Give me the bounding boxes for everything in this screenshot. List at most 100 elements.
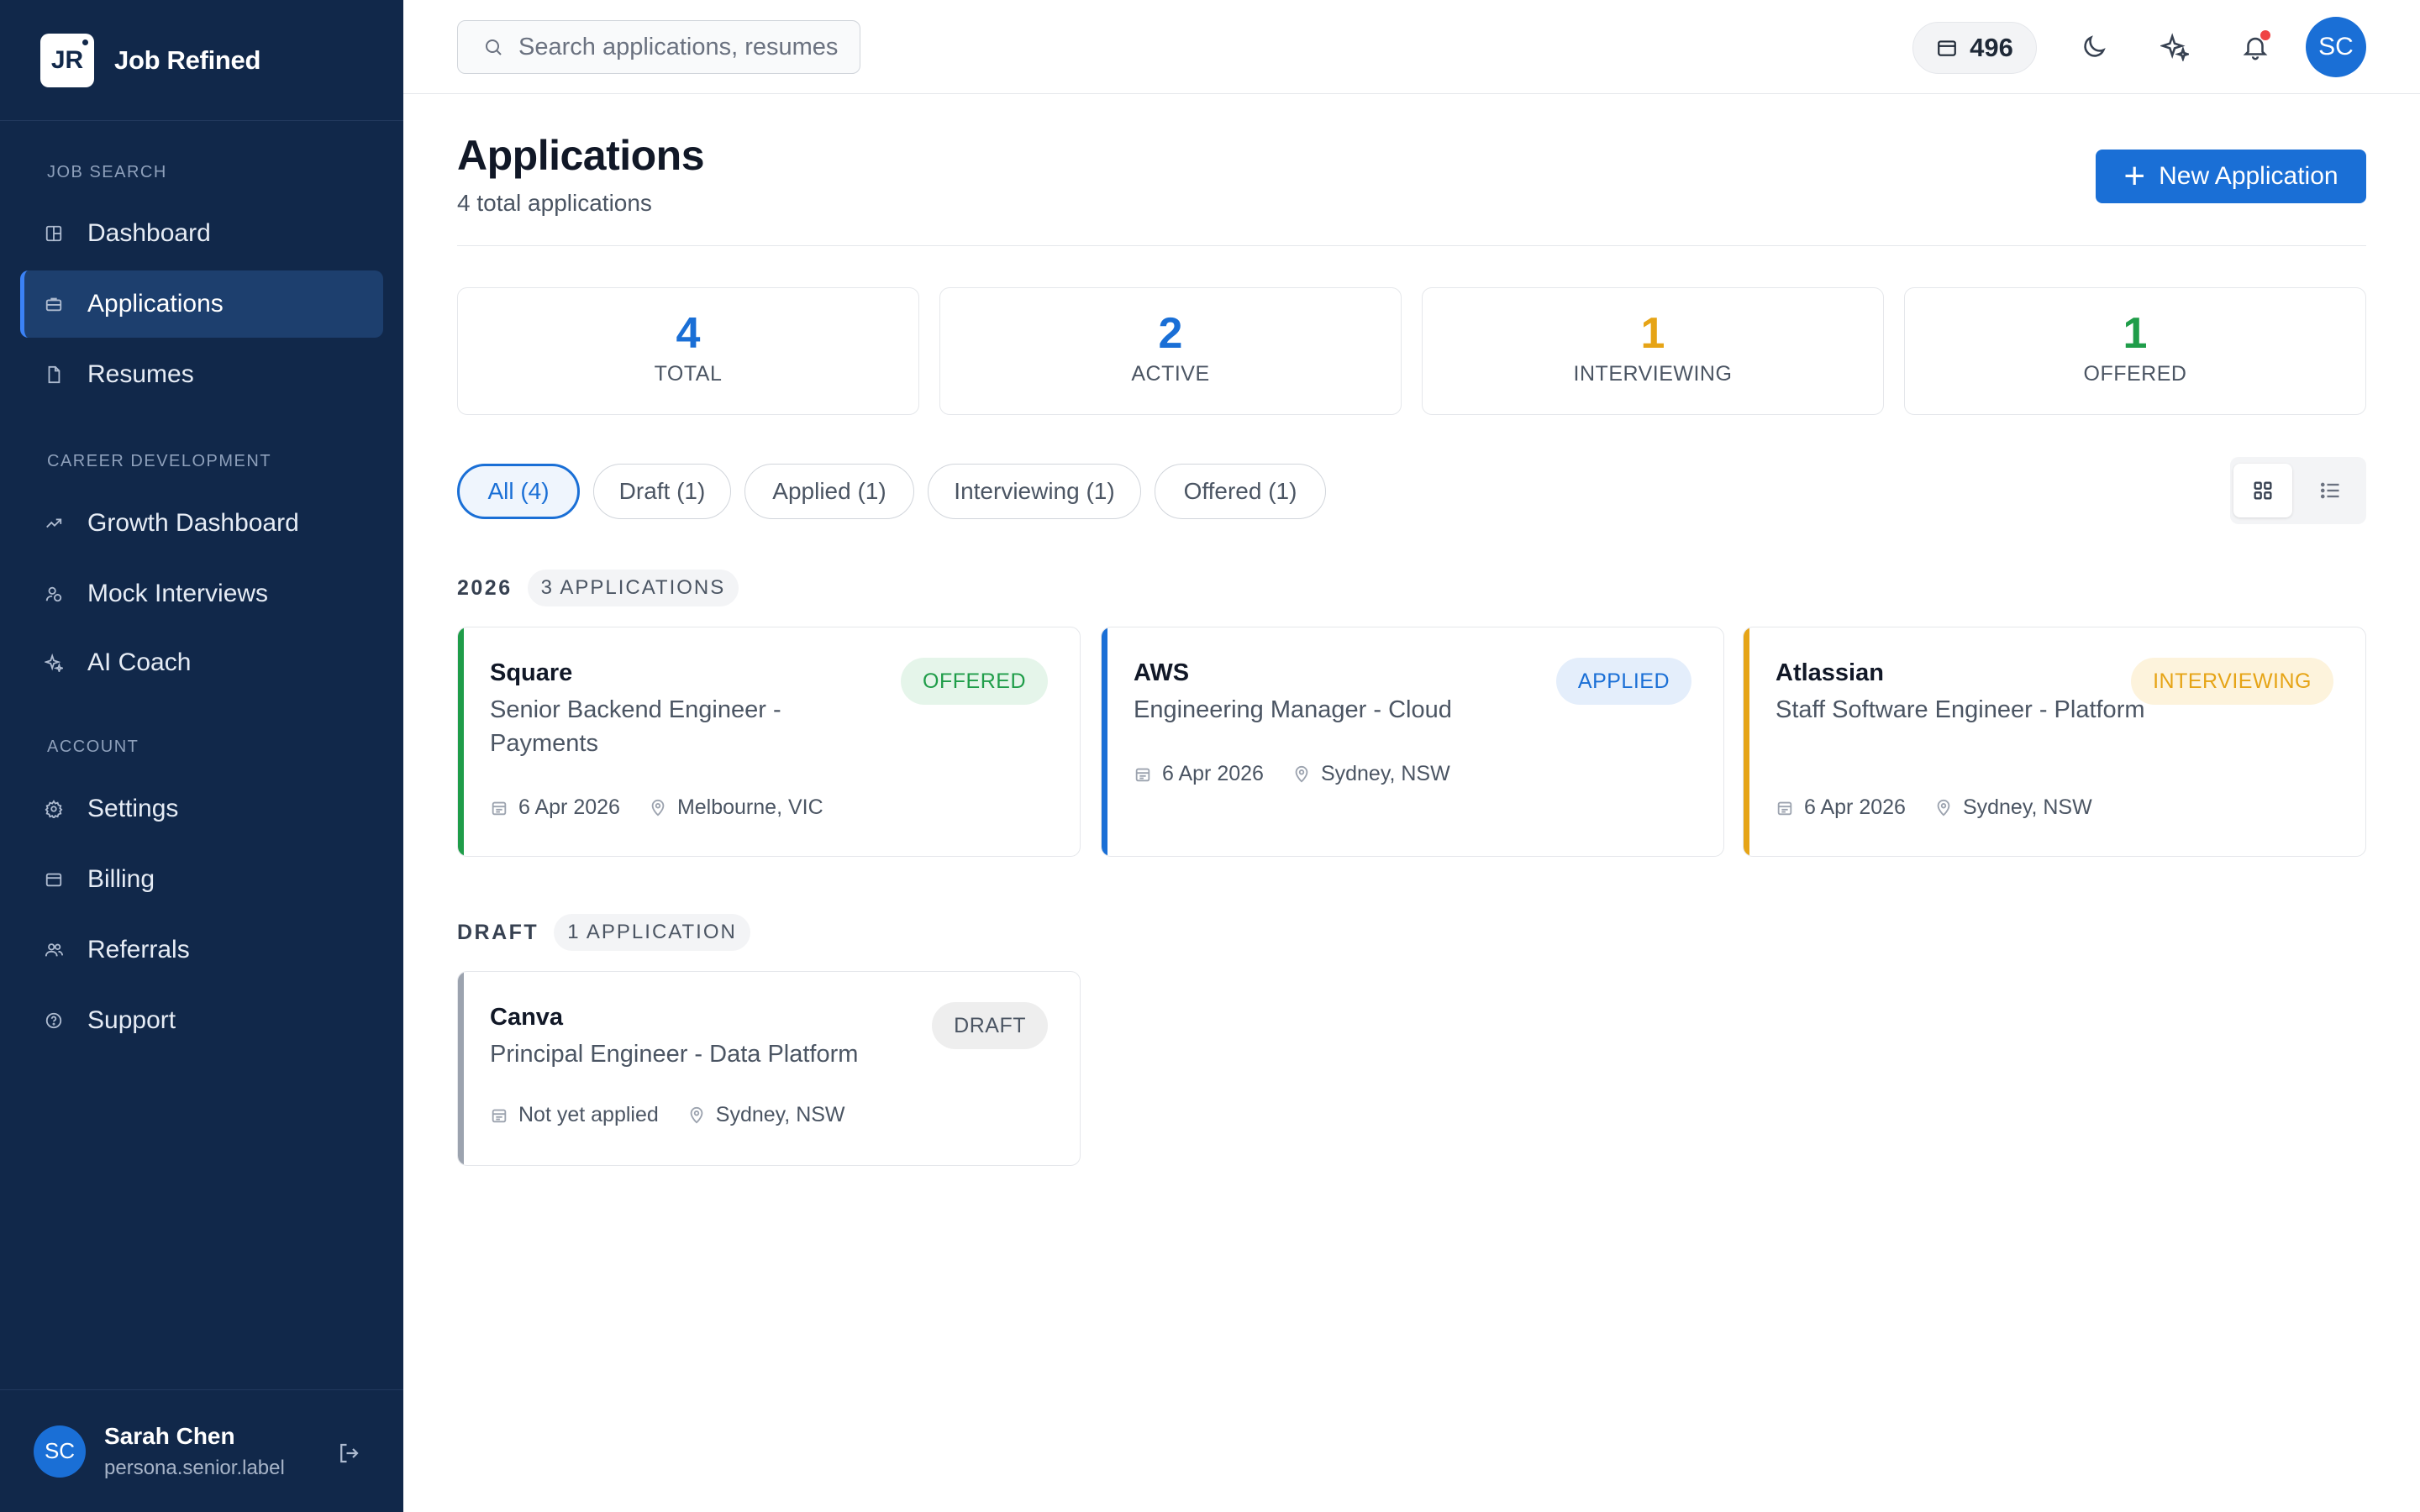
date-text: 6 Apr 2026 xyxy=(1804,795,1906,819)
avatar[interactable]: SC xyxy=(2306,17,2366,77)
plus-icon: + xyxy=(2123,155,2146,197)
stat-value: 1 xyxy=(1640,309,1665,358)
filter-chip-interviewing[interactable]: Interviewing (1) xyxy=(928,464,1141,519)
grid-view-button[interactable] xyxy=(2233,464,2292,517)
location-pin-icon xyxy=(1937,799,1950,816)
status-bar xyxy=(458,972,464,1165)
users-icon xyxy=(44,584,64,604)
stat-value: 1 xyxy=(2123,309,2148,358)
location-text: Sydney, NSW xyxy=(715,1103,845,1126)
divider xyxy=(457,245,2366,246)
briefcase-icon xyxy=(44,294,64,314)
location-text: Sydney, NSW xyxy=(1320,762,1450,785)
brand-logo: JR xyxy=(40,33,94,87)
application-card-atlassian[interactable]: Atlassian Staff Software Engineer - Plat… xyxy=(1743,627,2366,857)
status-bar xyxy=(1744,627,1749,856)
filter-chip-offered[interactable]: Offered (1) xyxy=(1155,464,1326,519)
date-item: Not yet applied xyxy=(490,1103,659,1127)
location-text: Melbourne, VIC xyxy=(676,795,823,819)
sidebar-item-label: Support xyxy=(87,1006,176,1034)
sidebar-item-resumes[interactable]: Resumes xyxy=(20,341,383,408)
sidebar-item-dashboard[interactable]: Dashboard xyxy=(20,200,383,267)
status-badge: DRAFT xyxy=(932,1002,1048,1049)
application-card-square[interactable]: Square Senior Backend Engineer - Payment… xyxy=(457,627,1081,857)
group-count: 1 APPLICATION xyxy=(554,914,750,951)
sidebar-item-support[interactable]: Support xyxy=(20,987,383,1054)
moon-icon[interactable] xyxy=(2077,30,2111,64)
new-application-button[interactable]: + New Application xyxy=(2096,150,2366,203)
nav-section-career-development: CAREER DEVELOPMENT xyxy=(47,452,272,470)
stat-interviewing: 1 INTERVIEWING xyxy=(1422,287,1884,415)
sidebar-user: SC Sarah Chen persona.senior.label xyxy=(0,1389,403,1512)
role-title: Principal Engineer - Data Platform xyxy=(490,1041,859,1068)
status-badge: APPLIED xyxy=(1555,658,1691,705)
application-card-aws[interactable]: AWS Engineering Manager - Cloud APPLIED … xyxy=(1101,627,1724,857)
trending-up-icon xyxy=(44,513,64,533)
search-box[interactable] xyxy=(457,20,860,74)
brand-logo-text: JR xyxy=(50,45,84,74)
stat-value: 2 xyxy=(1158,309,1183,358)
stat-label: OFFERED xyxy=(2083,362,2187,386)
date-text: Not yet applied xyxy=(518,1103,659,1126)
sidebar-item-mock-interviews[interactable]: Mock Interviews xyxy=(20,560,383,627)
status-bar xyxy=(1102,627,1107,856)
dashboard-icon xyxy=(44,223,64,244)
list-icon xyxy=(2320,482,2339,499)
sidebar-item-label: Billing xyxy=(87,865,155,893)
group-title: DRAFT xyxy=(457,920,539,944)
bell-icon[interactable] xyxy=(2238,30,2272,64)
location-item: Sydney, NSW xyxy=(1292,762,1450,786)
company-name: Square xyxy=(490,659,573,686)
status-bar xyxy=(458,627,464,856)
stat-value: 4 xyxy=(676,309,701,358)
avatar[interactable]: SC xyxy=(34,1425,86,1478)
sidebar-item-label: Mock Interviews xyxy=(87,580,269,607)
stat-total: 4 TOTAL xyxy=(457,287,919,415)
sidebar-item-settings[interactable]: Settings xyxy=(20,775,383,843)
card-meta: 6 Apr 2026 Sydney, NSW xyxy=(1134,762,1479,786)
stat-active: 2 ACTIVE xyxy=(939,287,1402,415)
grid-icon xyxy=(2254,481,2272,500)
filter-chip-draft[interactable]: Draft (1) xyxy=(593,464,731,519)
sidebar-item-label: AI Coach xyxy=(87,648,192,676)
date-item: 6 Apr 2026 xyxy=(1134,762,1264,786)
sidebar-item-label: Dashboard xyxy=(87,219,211,247)
filter-chip-all[interactable]: All (4) xyxy=(457,464,580,519)
stat-label: INTERVIEWING xyxy=(1573,362,1733,386)
search-input[interactable] xyxy=(518,33,838,61)
application-card-canva[interactable]: Canva Principal Engineer - Data Platform… xyxy=(457,971,1081,1166)
sparkles-icon[interactable] xyxy=(2158,30,2191,64)
role-title: Staff Software Engineer - Platform xyxy=(1776,696,2145,723)
credits-badge[interactable]: 496 xyxy=(1912,22,2037,74)
logout-icon[interactable] xyxy=(336,1441,361,1466)
company-name: AWS xyxy=(1134,659,1190,686)
sidebar-item-ai-coach[interactable]: AI Coach xyxy=(20,629,383,696)
list-view-button[interactable] xyxy=(2301,464,2360,517)
sidebar-item-billing[interactable]: Billing xyxy=(20,846,383,913)
calendar-icon xyxy=(492,1109,507,1122)
company-name: Atlassian xyxy=(1776,659,1884,686)
group-title: 2026 xyxy=(457,575,513,600)
search-icon xyxy=(486,39,502,55)
location-item: Sydney, NSW xyxy=(1934,795,2092,820)
location-pin-icon xyxy=(1295,765,1308,783)
sidebar-item-applications[interactable]: Applications xyxy=(20,270,383,338)
sidebar-item-label: Referrals xyxy=(87,936,190,963)
filter-chip-applied[interactable]: Applied (1) xyxy=(744,464,914,519)
people-icon xyxy=(44,940,64,960)
page-subtitle: 4 total applications xyxy=(457,190,652,216)
brand[interactable]: JR Job Refined xyxy=(0,0,403,121)
nav-section-account: ACCOUNT xyxy=(47,738,139,756)
view-toggle xyxy=(2230,457,2366,524)
status-badge: OFFERED xyxy=(901,658,1048,705)
card-meta: Not yet applied Sydney, NSW xyxy=(490,1103,874,1127)
sidebar-item-referrals[interactable]: Referrals xyxy=(20,916,383,984)
stat-label: ACTIVE xyxy=(1131,362,1210,386)
location-pin-icon xyxy=(690,1106,703,1124)
calendar-icon xyxy=(492,801,507,815)
sidebar-item-growth-dashboard[interactable]: Growth Dashboard xyxy=(20,490,383,557)
company-name: Canva xyxy=(490,1004,564,1031)
location-text: Sydney, NSW xyxy=(1962,795,2092,819)
location-pin-icon xyxy=(651,799,665,816)
user-role: persona.senior.label xyxy=(104,1456,285,1479)
